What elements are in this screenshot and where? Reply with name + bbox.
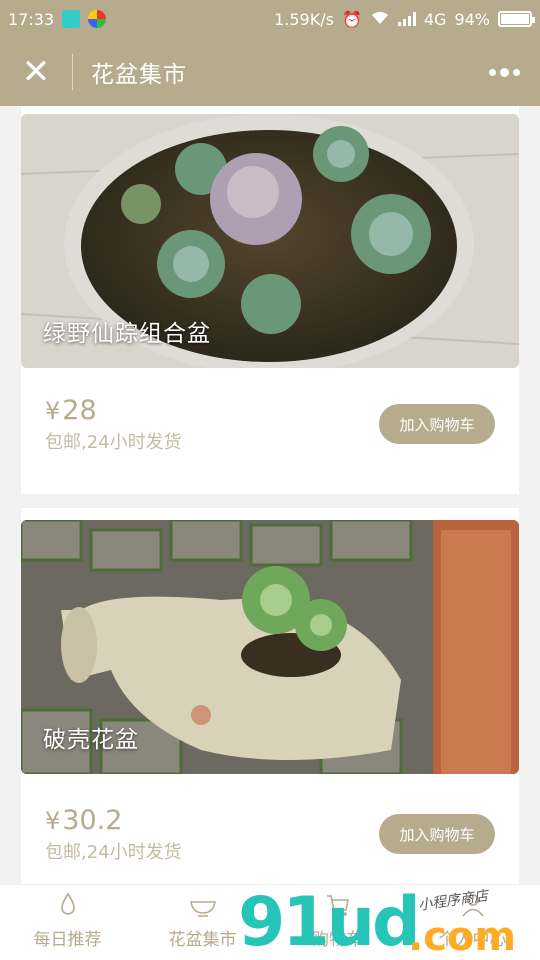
alarm-icon: ⏰	[341, 9, 362, 29]
product-title: 绿野仙踪组合盆	[43, 321, 211, 347]
nav-bar: ✕ 花盆集市	[0, 38, 540, 106]
close-icon[interactable]: ✕	[0, 38, 72, 106]
price-row: ¥28 包邮,24小时发货 加入购物车	[45, 396, 495, 454]
app-notification-icon-2	[88, 10, 107, 28]
status-right: 1.59K/s ⏰ 4G 94%	[274, 9, 535, 29]
wifi-icon	[370, 9, 390, 29]
signal-icon	[397, 12, 416, 26]
cart-icon	[326, 895, 349, 916]
product-card[interactable]: 破壳花盆 ¥30.2 包邮,24小时发货 加入购物车	[21, 508, 519, 884]
tab-label: 个人中心	[438, 930, 507, 950]
status-left: 17:33	[8, 9, 107, 29]
app-notification-icon	[62, 10, 81, 28]
user-icon	[461, 894, 484, 917]
battery-icon	[498, 11, 535, 27]
add-to-cart-button[interactable]: 加入购物车	[379, 814, 495, 854]
tab-label: 每日推荐	[33, 930, 102, 950]
nav-divider	[72, 54, 73, 90]
status-time: 17:33	[8, 9, 55, 29]
product-image[interactable]: 破壳花盆	[21, 520, 519, 774]
network-speed: 1.59K/s	[274, 9, 334, 29]
product-card[interactable]: 绿野仙踪组合盆 ¥28 包邮,24小时发货 加入购物车	[21, 106, 519, 500]
more-dots-icon[interactable]	[489, 67, 520, 77]
product-title: 破壳花盆	[43, 727, 139, 753]
status-bar: 17:33 1.59K/s ⏰ 4G 94%	[0, 0, 540, 38]
tab-label: 花盆集市	[168, 930, 237, 950]
network-type: 4G	[423, 9, 447, 29]
page-title: 花盆集市	[91, 62, 187, 88]
tab-label: 购物车	[312, 930, 363, 950]
drop-icon	[60, 892, 75, 915]
bowl-icon	[189, 901, 216, 917]
product-image[interactable]: 绿野仙踪组合盆	[21, 114, 519, 368]
tab-daily-recommend[interactable]: 每日推荐	[0, 885, 135, 960]
tab-bar: 每日推荐 花盆集市 购物车 个人中心	[0, 884, 540, 960]
tab-profile[interactable]: 个人中心	[405, 885, 540, 960]
tab-cart[interactable]: 购物车	[270, 885, 405, 960]
price-row: ¥30.2 包邮,24小时发货 加入购物车	[45, 806, 495, 864]
add-to-cart-button[interactable]: 加入购物车	[379, 404, 495, 444]
battery-percent: 94%	[454, 9, 490, 29]
product-list[interactable]: 绿野仙踪组合盆 ¥28 包邮,24小时发货 加入购物车 破壳花盆 ¥30.2 包…	[0, 106, 540, 884]
tab-flowerpot-market[interactable]: 花盆集市	[135, 885, 270, 960]
